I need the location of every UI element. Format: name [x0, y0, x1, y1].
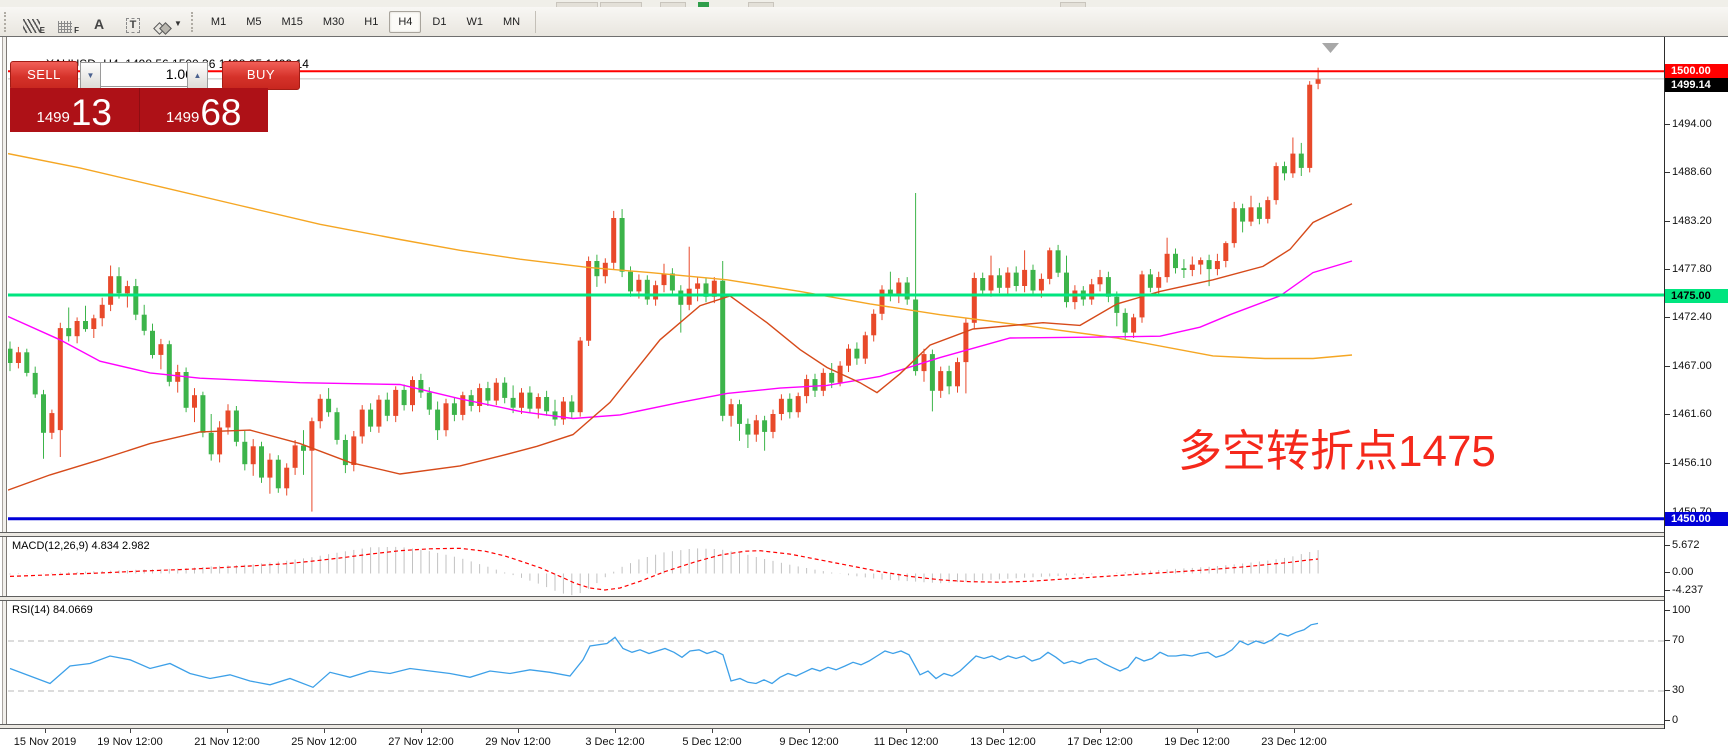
tf-button-H1[interactable]: H1	[355, 11, 387, 33]
toolbar-separator	[535, 11, 536, 33]
price-axis[interactable]: 1494.00 1488.60 1483.20 1477.80 1472.40 1467.…	[1664, 37, 1728, 729]
time-axis-tick	[421, 729, 422, 733]
text-tool-button[interactable]: A	[83, 8, 115, 36]
window-frame-left	[0, 37, 8, 754]
time-axis-label: 19 Dec 12:00	[1164, 736, 1229, 748]
hatch-chart-icon	[23, 19, 40, 33]
price-axis-label: 1488.60	[1672, 166, 1712, 179]
price-level-badge: 1499.14	[1665, 78, 1728, 92]
tf-button-M30[interactable]: M30	[314, 11, 353, 33]
time-axis-label: 15 Nov 2019	[14, 736, 76, 748]
chevron-down-icon: ▼	[174, 15, 182, 33]
tf-button-M5[interactable]: M5	[237, 11, 270, 33]
time-axis-label: 5 Dec 12:00	[682, 736, 741, 748]
price-axis-label: 1461.60	[1672, 408, 1712, 421]
price-axis-label: 1472.40	[1672, 311, 1712, 324]
time-axis-tick	[518, 729, 519, 733]
price-level-badge: 1500.00	[1665, 64, 1728, 78]
label-tool-icon: T	[126, 18, 141, 33]
time-axis-label: 11 Dec 12:00	[874, 736, 939, 748]
time-axis-tick	[324, 729, 325, 733]
indicator-axis-label: 100	[1672, 604, 1690, 617]
time-axis-tick	[1003, 729, 1004, 733]
grid-tool-icon[interactable]: F	[49, 8, 81, 36]
bid-ask-price-display: 1499 13 1499 68	[10, 88, 268, 132]
price-level-badge: 1450.00	[1665, 512, 1728, 526]
one-click-trading-panel: SELL ▼ 1.00 ▲ BUY 1499 13 1499 68	[10, 61, 300, 167]
rsi-label: RSI(14) 84.0669	[12, 604, 93, 616]
buy-price[interactable]: 1499 68	[140, 88, 269, 132]
time-axis-label: 13 Dec 12:00	[970, 736, 1035, 748]
time-axis-tick	[227, 729, 228, 733]
time-axis-label: 3 Dec 12:00	[585, 736, 644, 748]
sub-f-label: F	[74, 26, 79, 35]
sell-button[interactable]: SELL	[10, 61, 78, 90]
buy-price-pips: 68	[200, 96, 241, 129]
time-axis-label: 27 Nov 12:00	[388, 736, 453, 748]
toolbar-grip[interactable]	[191, 12, 197, 32]
tf-button-M1[interactable]: M1	[202, 11, 235, 33]
chart-style-icon[interactable]: E	[15, 8, 47, 36]
time-axis-label: 25 Nov 12:00	[291, 736, 356, 748]
price-axis-label: 1456.10	[1672, 457, 1712, 470]
price-axis-label: 1483.20	[1672, 215, 1712, 228]
time-axis-tick	[1100, 729, 1101, 733]
volume-input[interactable]: 1.00	[100, 62, 200, 87]
indicator-axis-label: 0	[1672, 714, 1678, 727]
tf-button-W1[interactable]: W1	[457, 11, 492, 33]
time-axis-tick	[615, 729, 616, 733]
time-axis-tick	[712, 729, 713, 733]
price-axis-label: 1467.00	[1672, 360, 1712, 373]
mt4-terminal: E F A T ▼ M1M5M15M30H1H4D1W1MN ▲XAUUSD-,…	[0, 0, 1728, 754]
timeframe-button-group: M1M5M15M30H1H4D1W1MN	[201, 11, 530, 33]
time-axis-tick	[1197, 729, 1198, 733]
macd-label: MACD(12,26,9) 4.834 2.982	[12, 540, 150, 552]
time-axis-label: 19 Nov 12:00	[97, 736, 162, 748]
chart-window[interactable]: ▲XAUUSD-,H4 1498.56 1500.36 1498.05 1499…	[0, 36, 1728, 754]
time-axis-label: 23 Dec 12:00	[1261, 736, 1326, 748]
grid-icon	[58, 21, 72, 33]
tf-button-H4[interactable]: H4	[389, 11, 421, 33]
time-axis-label: 29 Nov 12:00	[485, 736, 550, 748]
indicator-axis-label: 30	[1672, 684, 1684, 697]
price-axis-label: 1494.00	[1672, 118, 1712, 131]
time-axis-tick	[130, 729, 131, 733]
buy-button[interactable]: BUY	[222, 61, 300, 90]
main-toolbar: E F A T ▼ M1M5M15M30H1H4D1W1MN	[0, 7, 1728, 37]
indicator-axis-label: 5.672	[1672, 539, 1700, 552]
indicator-axis-label: -4.237	[1672, 584, 1703, 597]
buy-price-stem: 1499	[166, 110, 199, 125]
sell-price[interactable]: 1499 13	[10, 88, 140, 132]
tf-button-D1[interactable]: D1	[423, 11, 455, 33]
macd-panel[interactable]	[8, 537, 1664, 596]
time-axis-label: 17 Dec 12:00	[1067, 736, 1132, 748]
sell-price-pips: 13	[71, 96, 112, 129]
price-axis-label: 1477.80	[1672, 263, 1712, 276]
volume-decrease-button[interactable]: ▼	[80, 62, 101, 89]
time-axis-tick	[809, 729, 810, 733]
rsi-panel[interactable]	[8, 601, 1664, 724]
tf-button-M15[interactable]: M15	[272, 11, 311, 33]
toolbar-grip[interactable]	[4, 12, 10, 32]
price-level-badge: 1475.00	[1665, 289, 1728, 303]
sub-e-label: E	[40, 26, 45, 35]
sell-price-stem: 1499	[36, 110, 69, 125]
time-axis-label: 9 Dec 12:00	[779, 736, 838, 748]
time-axis-tick	[45, 729, 46, 733]
time-axis-tick	[1294, 729, 1295, 733]
time-axis-label: 21 Nov 12:00	[194, 736, 259, 748]
chart-annotation-text: 多空转折点1475	[1178, 415, 1496, 479]
time-axis[interactable]: 15 Nov 2019 19 Nov 12:00 21 Nov 12:00 25 No…	[0, 729, 1728, 754]
tf-button-MN[interactable]: MN	[494, 11, 529, 33]
objects-dropdown-button[interactable]: ▼	[151, 8, 186, 36]
indicator-axis-label: 70	[1672, 634, 1684, 647]
time-axis-tick	[906, 729, 907, 733]
label-tool-button[interactable]: T	[117, 8, 149, 36]
text-tool-icon: A	[94, 15, 104, 33]
indicator-axis-label: 0.00	[1672, 566, 1693, 579]
volume-increase-button[interactable]: ▲	[187, 62, 208, 89]
